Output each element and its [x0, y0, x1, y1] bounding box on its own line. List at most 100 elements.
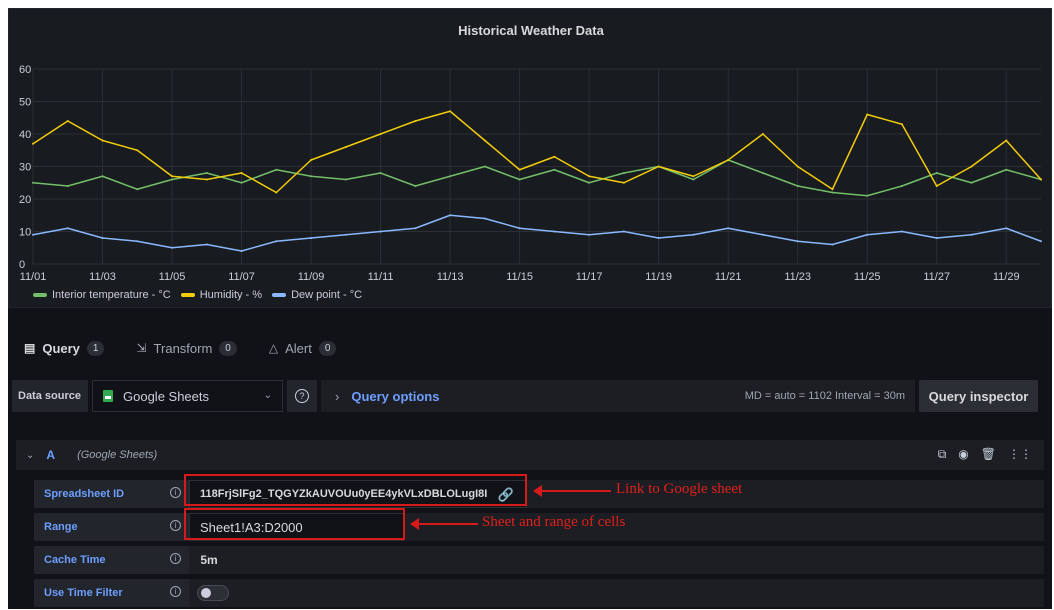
- data-point: [727, 227, 730, 230]
- data-point: [310, 237, 313, 239]
- tab-alert-count: 0: [318, 340, 337, 356]
- data-point: [553, 230, 556, 233]
- duplicate-icon[interactable]: ⧉: [938, 447, 947, 462]
- query-actions: ⧉ ◉ 🗑 ⋮⋮: [938, 447, 1032, 462]
- data-point: [205, 172, 208, 174]
- google-sheets-icon: [103, 390, 113, 402]
- annotation-box-spreadsheet: [184, 474, 527, 506]
- drag-handle-icon[interactable]: ⋮⋮: [1008, 447, 1032, 462]
- data-point: [66, 185, 69, 187]
- query-header[interactable]: ⌄ A (Google Sheets) ⧉ ◉ 🗑 ⋮⋮: [16, 440, 1044, 470]
- chevron-right-icon: ›: [335, 388, 340, 404]
- time-filter-toggle-wrap: [189, 579, 237, 607]
- datasource-select[interactable]: Google Sheets ⌄: [92, 380, 283, 412]
- data-point: [657, 165, 660, 168]
- y-tick-label: 50: [19, 97, 31, 109]
- data-point: [171, 178, 174, 181]
- query-ref-id[interactable]: A: [46, 448, 55, 462]
- legend-label: Dew point - °C: [291, 289, 363, 301]
- data-point: [553, 155, 556, 158]
- x-tick-label: 11/07: [228, 271, 255, 283]
- data-point: [449, 110, 452, 113]
- data-point: [171, 175, 174, 178]
- data-point: [900, 123, 903, 126]
- data-point: [275, 168, 278, 171]
- line-chart: 0 10 20 30 40 50 60 11/01 11/03 11/05 11/07 11/09 11…: [19, 64, 1042, 283]
- editor-tabs: ▤ Query 1 ⇲ Transform 0 △ Alert 0: [8, 326, 1052, 373]
- legend-label: Interior temperature - °C: [52, 289, 171, 301]
- data-point: [935, 237, 938, 239]
- query-inspector-button[interactable]: Query inspector: [919, 380, 1038, 412]
- tab-transform-count: 0: [219, 340, 237, 356]
- data-point: [66, 120, 69, 122]
- chart-legend: Interior temperature - °C Humidity - % Dew…: [33, 289, 362, 301]
- data-point: [692, 178, 695, 181]
- info-icon[interactable]: i: [170, 520, 181, 531]
- tab-query[interactable]: ▤ Query 1: [11, 330, 114, 373]
- data-point: [622, 181, 625, 184]
- data-point: [553, 168, 556, 171]
- data-point: [657, 237, 660, 239]
- tab-alert[interactable]: △ Alert 0: [269, 330, 337, 366]
- x-tick-label: 11/19: [645, 271, 672, 283]
- annotation-arrow-range: [410, 518, 478, 530]
- x-tick-label: 11/03: [89, 271, 116, 283]
- legend-item[interactable]: Humidity - %: [180, 289, 262, 301]
- range-label: Range i: [34, 513, 189, 541]
- data-point: [1040, 178, 1042, 181]
- chevron-down-icon: ⌄: [263, 390, 272, 401]
- data-point: [483, 217, 486, 220]
- y-tick-label: 30: [19, 162, 31, 174]
- tab-transform[interactable]: ⇲ Transform 0: [136, 330, 237, 366]
- y-tick-label: 20: [19, 194, 31, 206]
- x-tick-label: 11/27: [923, 271, 950, 283]
- legend-swatch: [272, 293, 287, 297]
- cache-time-select[interactable]: 5m: [189, 546, 229, 574]
- data-point: [205, 178, 208, 181]
- data-point: [136, 149, 139, 152]
- data-point: [101, 175, 104, 178]
- legend-item[interactable]: Interior temperature - °C: [33, 289, 171, 301]
- x-tick-label: 11/23: [784, 271, 811, 283]
- eye-icon[interactable]: ◉: [958, 447, 968, 462]
- data-point: [970, 233, 973, 236]
- collapse-icon[interactable]: ⌄: [26, 450, 34, 461]
- trash-icon[interactable]: 🗑: [981, 447, 996, 462]
- annotation-text-spreadsheet: Link to Google sheet: [616, 481, 743, 497]
- data-point: [970, 165, 973, 168]
- data-point: [275, 191, 278, 194]
- data-point: [727, 159, 730, 161]
- series-line-2: [32, 214, 1042, 252]
- annotation-arrow-spreadsheet: [533, 485, 611, 497]
- x-tick-label: 11/05: [159, 271, 186, 283]
- query-options-toggle[interactable]: › Query options MD = auto = 1102 Interva…: [321, 380, 915, 412]
- data-point: [414, 185, 417, 187]
- y-tick-label: 10: [19, 227, 31, 239]
- data-point: [310, 175, 313, 178]
- info-icon[interactable]: i: [170, 553, 181, 564]
- info-icon[interactable]: i: [170, 586, 181, 597]
- annotation-box-range: [184, 508, 405, 540]
- series-line-1: [32, 110, 1042, 194]
- data-point: [692, 175, 695, 178]
- data-point: [761, 172, 764, 174]
- help-icon[interactable]: ?: [287, 380, 317, 412]
- legend-item[interactable]: Dew point - °C: [272, 289, 362, 301]
- data-point: [205, 243, 208, 246]
- data-point: [866, 194, 869, 197]
- annotation-text-range: Sheet and range of cells: [482, 514, 626, 530]
- time-filter-toggle[interactable]: [197, 585, 229, 601]
- datasource-row: Data source Google Sheets ⌄ ? › Query op…: [8, 370, 1052, 440]
- tab-transform-label: Transform: [153, 340, 213, 356]
- data-point: [761, 233, 764, 236]
- data-point: [240, 172, 243, 174]
- data-point: [32, 233, 34, 236]
- x-tick-label: 11/13: [437, 271, 464, 283]
- time-row-fill: [237, 579, 1044, 607]
- spreadsheet-id-label-text: Spreadsheet ID: [44, 488, 125, 500]
- data-point: [483, 165, 486, 168]
- data-point: [379, 172, 382, 174]
- cache-time-label: Cache Time i: [34, 546, 189, 574]
- data-point: [32, 181, 34, 184]
- info-icon[interactable]: i: [170, 487, 181, 498]
